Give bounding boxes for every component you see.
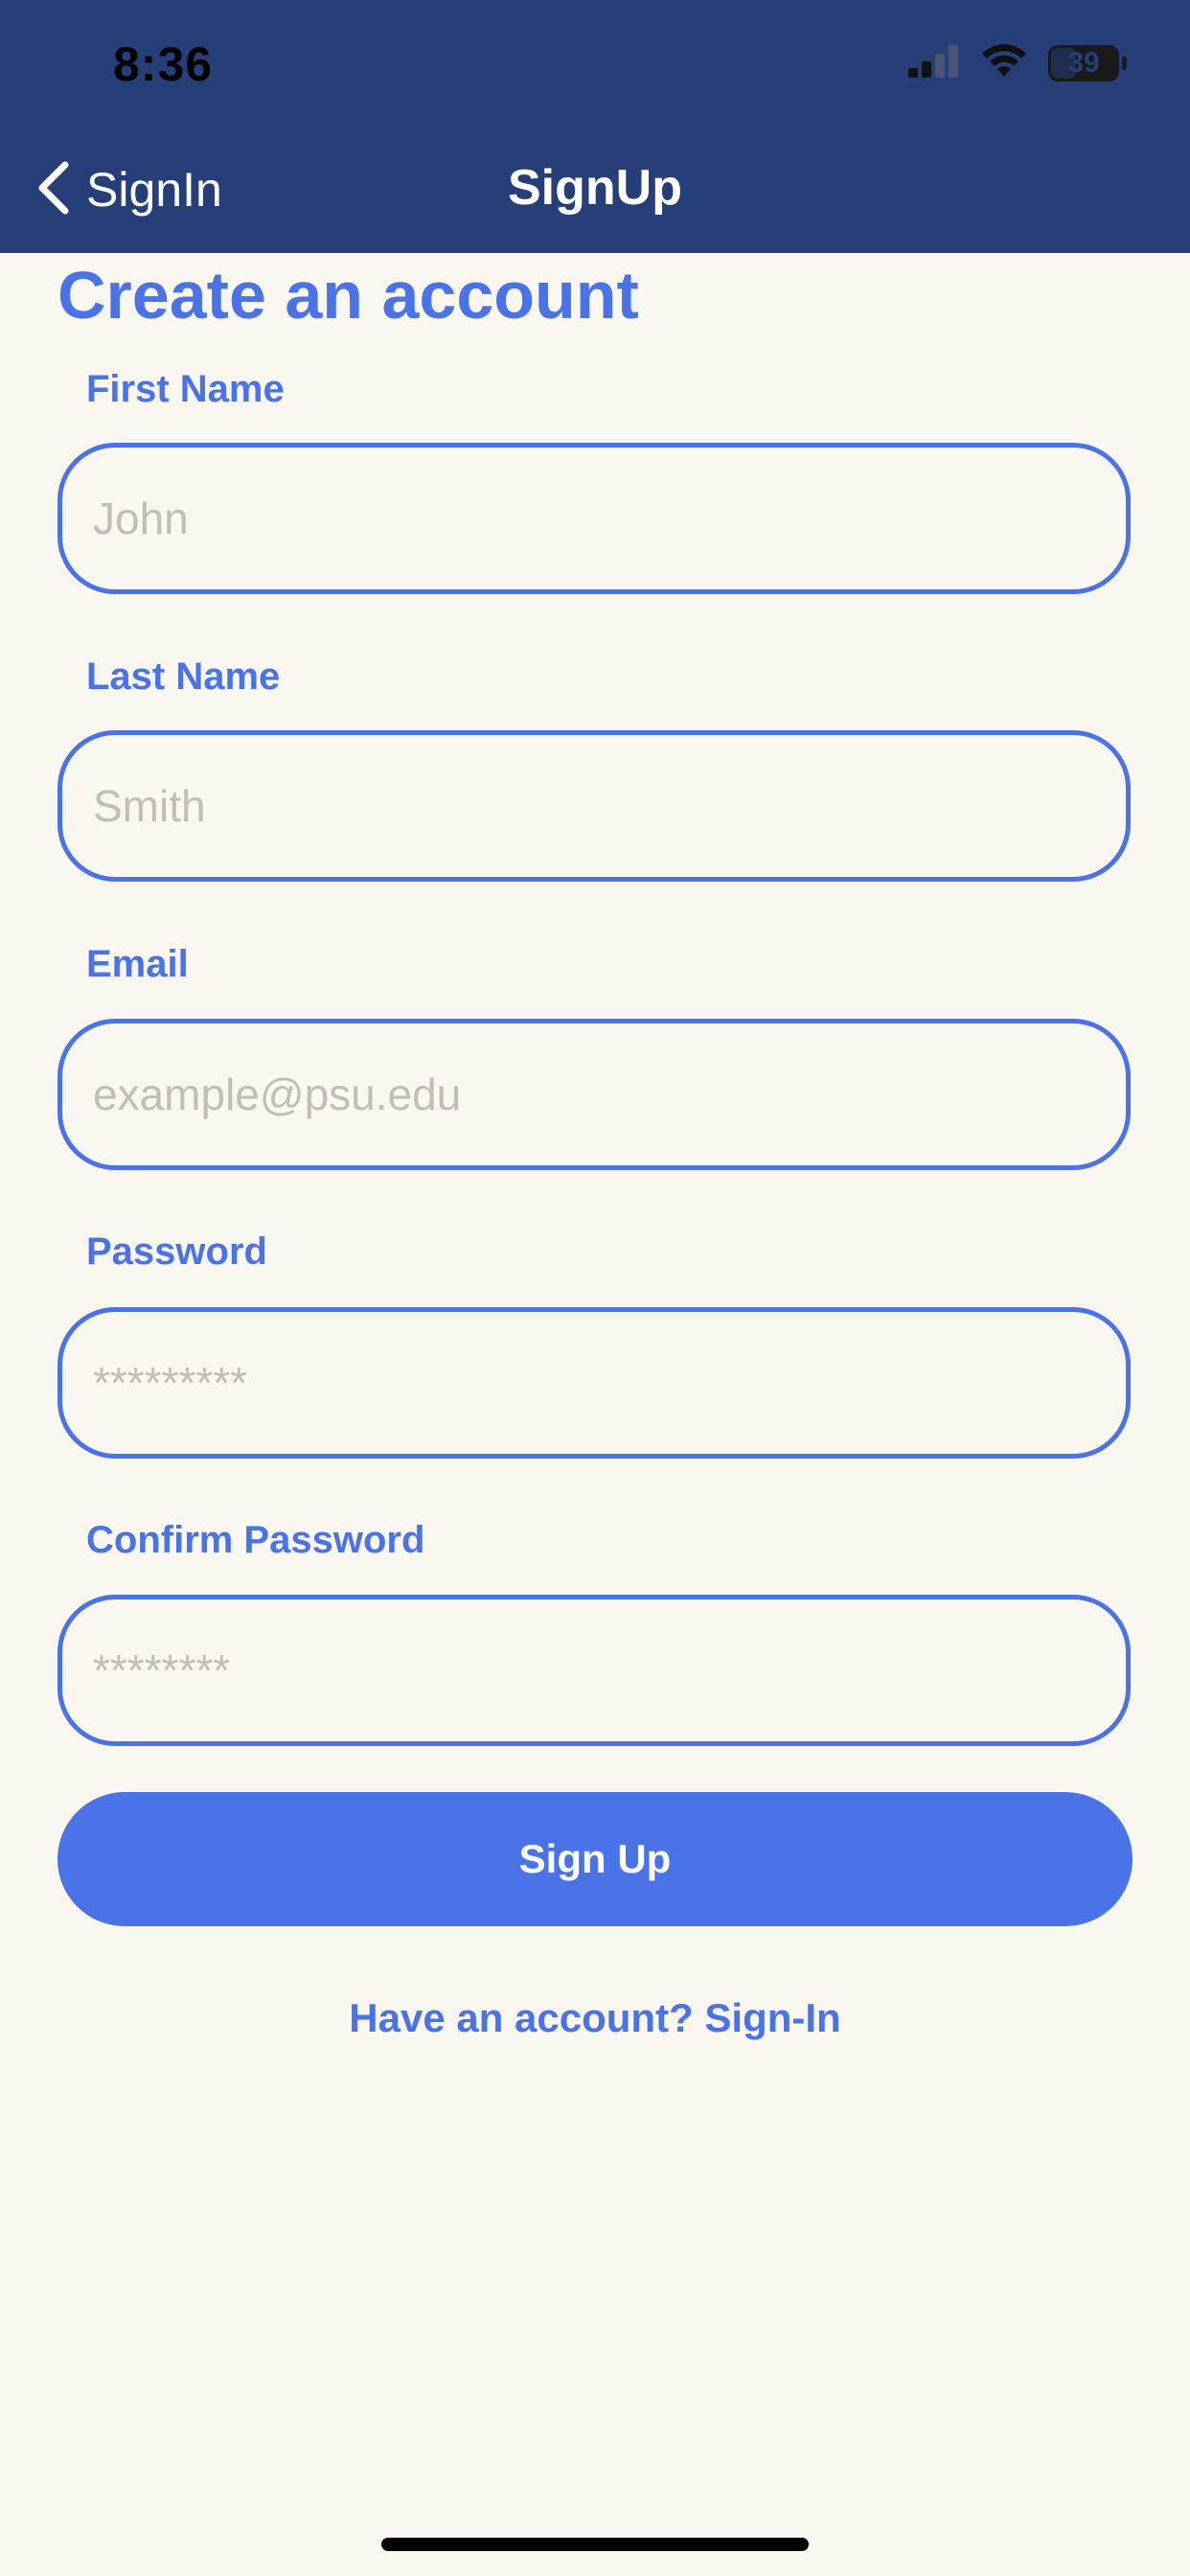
wifi-icon: [981, 43, 1027, 83]
sign-up-button[interactable]: Sign Up: [57, 1792, 1133, 1926]
confirm-password-label: Confirm Password: [86, 1519, 425, 1561]
home-indicator: [381, 2538, 809, 2551]
status-time: 8:36: [113, 37, 214, 91]
cellular-signal-icon: [908, 44, 960, 82]
last-name-field[interactable]: [57, 730, 1131, 882]
first-name-label: First Name: [86, 368, 285, 410]
battery-nub: [1122, 57, 1127, 70]
password-label: Password: [86, 1230, 267, 1273]
battery-level: 39: [1067, 47, 1100, 79]
app-header: 8:36 39 SignIn SignUp: [0, 0, 1190, 253]
battery-icon: 39: [1048, 45, 1119, 81]
password-field[interactable]: [57, 1307, 1131, 1459]
email-field[interactable]: [57, 1019, 1131, 1170]
first-name-field[interactable]: [57, 443, 1131, 594]
email-label: Email: [86, 943, 189, 985]
signup-screen: 8:36 39 SignIn SignUp Create an account …: [0, 0, 1190, 2576]
confirm-password-field[interactable]: [57, 1595, 1131, 1746]
nav-title: SignUp: [508, 160, 682, 216]
last-name-label: Last Name: [86, 656, 281, 698]
page-title: Create an account: [57, 258, 639, 333]
status-icons: 39: [908, 42, 1127, 84]
sign-in-link[interactable]: Have an account? Sign-In: [0, 1995, 1190, 2041]
